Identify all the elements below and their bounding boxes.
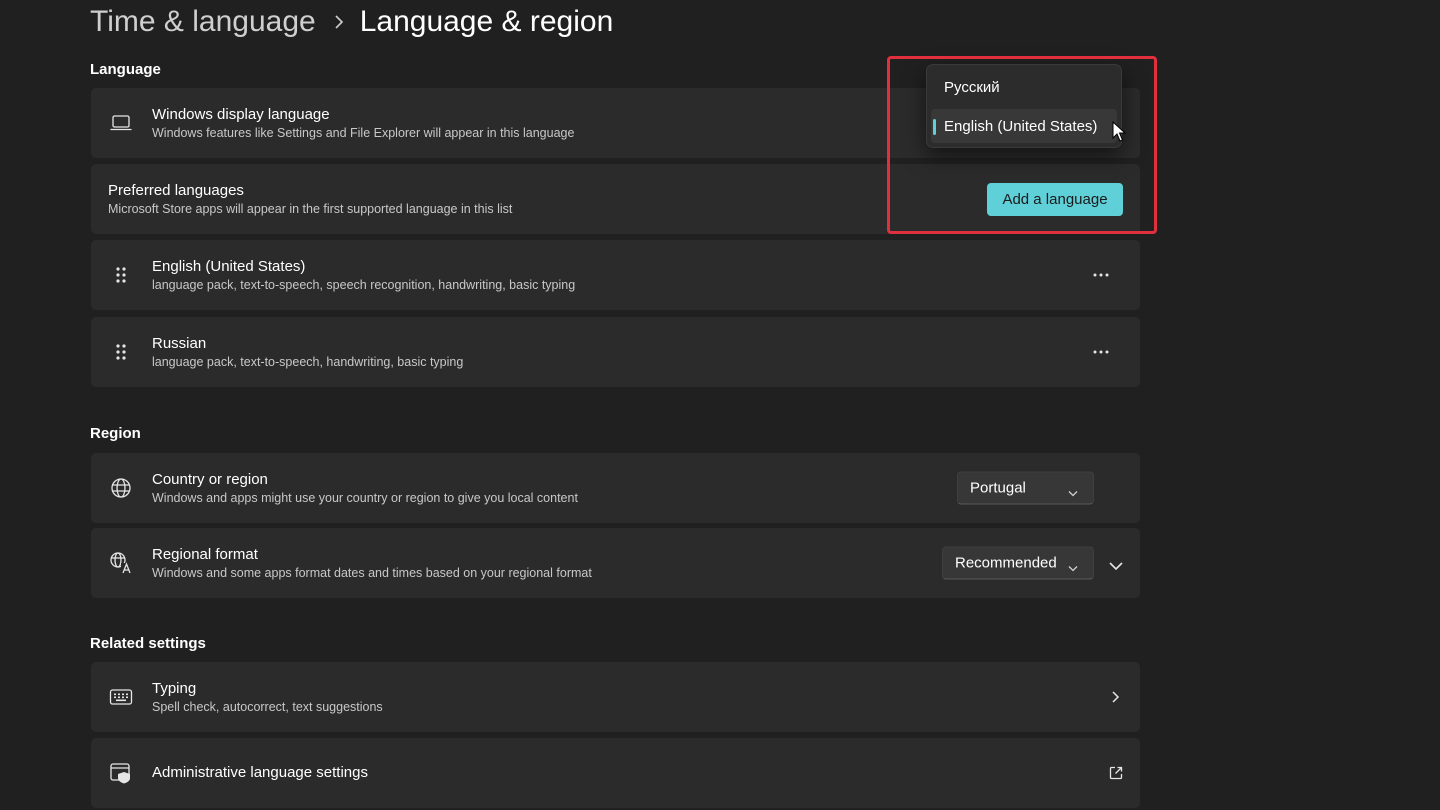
country-select[interactable]: Portugal <box>957 471 1094 505</box>
laptop-icon <box>109 111 133 135</box>
language-list-item-russian[interactable]: Russian language pack, text-to-speech, h… <box>91 317 1140 387</box>
typing-description: Spell check, autocorrect, text suggestio… <box>152 700 383 714</box>
preferred-languages-title: Preferred languages <box>108 182 244 199</box>
country-description: Windows and apps might use your country … <box>152 491 578 505</box>
more-options-icon[interactable] <box>1086 260 1116 290</box>
typing-title: Typing <box>152 680 197 697</box>
admin-shield-icon <box>109 761 133 785</box>
page-title: Language & region <box>359 5 614 38</box>
dropdown-option-russian[interactable]: Русский <box>931 70 1117 104</box>
section-title-language: Language <box>90 61 161 78</box>
drag-handle-icon[interactable] <box>109 340 133 364</box>
selection-indicator <box>933 119 936 135</box>
language-features: language pack, text-to-speech, handwriti… <box>152 355 464 369</box>
drag-handle-icon[interactable] <box>109 263 133 287</box>
language-list-item-english[interactable]: English (United States) language pack, t… <box>91 240 1140 310</box>
display-language-title: Windows display language <box>152 106 330 123</box>
regional-format-icon <box>109 551 133 575</box>
breadcrumb: Time & language Language & region <box>90 2 613 42</box>
section-title-related-settings: Related settings <box>90 635 206 652</box>
preferred-languages-description: Microsoft Store apps will appear in the … <box>108 202 513 216</box>
chevron-down-icon <box>1067 559 1079 571</box>
country-title: Country or region <box>152 471 268 488</box>
card-preferred-languages: Preferred languages Microsoft Store apps… <box>91 164 1140 234</box>
regional-format-select[interactable]: Recommended <box>942 546 1094 580</box>
expand-chevron-icon[interactable] <box>1108 558 1124 571</box>
globe-icon <box>109 476 133 500</box>
chevron-down-icon <box>1067 484 1079 496</box>
language-features: language pack, text-to-speech, speech re… <box>152 278 576 292</box>
card-typing[interactable]: Typing Spell check, autocorrect, text su… <box>91 662 1140 732</box>
regional-format-select-value: Recommended <box>955 554 1057 572</box>
regional-format-description: Windows and some apps format dates and t… <box>152 566 592 580</box>
card-regional-format[interactable]: Regional format Windows and some apps fo… <box>91 528 1140 598</box>
keyboard-icon <box>109 685 133 709</box>
dropdown-option-label: English (United States) <box>944 117 1098 135</box>
language-name: English (United States) <box>152 258 306 275</box>
open-external-icon <box>1108 765 1124 781</box>
add-language-button[interactable]: Add a language <box>987 183 1123 216</box>
section-title-region: Region <box>90 425 141 442</box>
breadcrumb-parent[interactable]: Time & language <box>90 5 316 39</box>
chevron-right-icon <box>1108 690 1122 704</box>
display-language-dropdown: Русский English (United States) <box>926 64 1122 148</box>
language-name: Russian <box>152 335 207 352</box>
card-administrative-language-settings[interactable]: Administrative language settings <box>91 738 1140 808</box>
mouse-cursor-icon <box>1112 121 1126 142</box>
country-select-value: Portugal <box>970 479 1026 497</box>
more-options-icon[interactable] <box>1086 337 1116 367</box>
regional-format-title: Regional format <box>152 546 258 563</box>
card-country-or-region: Country or region Windows and apps might… <box>91 453 1140 523</box>
dropdown-option-english-selected[interactable]: English (United States) <box>931 109 1117 143</box>
chevron-right-icon <box>334 15 344 29</box>
admin-language-title: Administrative language settings <box>152 764 368 781</box>
display-language-description: Windows features like Settings and File … <box>152 126 575 140</box>
